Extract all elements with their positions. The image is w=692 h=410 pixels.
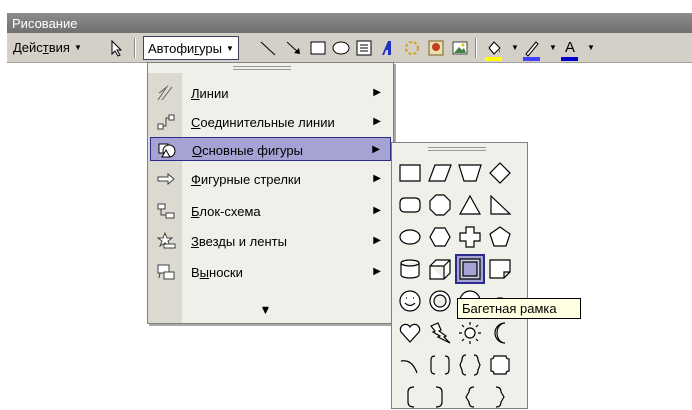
cube-shape[interactable] — [429, 259, 451, 280]
heart-shape[interactable] — [399, 323, 421, 343]
menu-item-connectors[interactable]: Соединительные линии ▶ — [150, 110, 391, 134]
submenu-arrow-icon: ▶ — [373, 235, 381, 246]
text-box-icon[interactable] — [355, 39, 373, 57]
insert-picture-icon[interactable] — [451, 39, 469, 57]
isosceles-triangle-shape[interactable] — [458, 194, 482, 215]
dropdown-arrow-icon[interactable]: ▼ — [549, 43, 557, 52]
block-arrows-icon — [157, 172, 175, 186]
cross-shape[interactable] — [459, 226, 481, 248]
menu-item-label: Основные фигуры — [192, 143, 303, 158]
menu-item-label: Выноски — [191, 265, 243, 280]
can-shape[interactable] — [400, 259, 420, 279]
right-brace-shape[interactable] — [495, 386, 505, 408]
clip-art-icon[interactable] — [427, 39, 445, 57]
double-brace-shape[interactable] — [459, 354, 481, 376]
actions-label: Действия — [13, 40, 70, 55]
folded-corner-shape[interactable] — [489, 259, 511, 279]
smiley-face-shape[interactable] — [399, 290, 421, 312]
basic-shapes-palette — [391, 142, 528, 409]
hexagon-shape[interactable] — [429, 227, 451, 247]
octagon-shape[interactable] — [429, 194, 451, 216]
toolbar-title: Рисование — [12, 16, 78, 31]
menu-item-label: Соединительные линии — [191, 115, 335, 130]
frame-shape[interactable] — [455, 254, 485, 284]
toolbar-separator — [475, 38, 477, 58]
dropdown-arrow-icon[interactable]: ▼ — [587, 43, 595, 52]
moon-shape[interactable] — [494, 322, 506, 344]
fill-color-bar — [485, 57, 502, 61]
line-color-icon[interactable] — [523, 39, 541, 57]
double-bracket-shape[interactable] — [430, 355, 450, 375]
pentagon-shape[interactable] — [489, 226, 511, 247]
right-triangle-shape[interactable] — [490, 194, 512, 215]
tooltip: Багетная рамка — [457, 298, 581, 319]
menu-item-lines[interactable]: Линии ▶ — [150, 81, 391, 105]
line-color-bar — [523, 57, 540, 61]
submenu-arrow-icon: ▶ — [373, 87, 381, 98]
submenu-arrow-icon: ▶ — [373, 173, 381, 184]
rectangle-shape[interactable] — [399, 164, 421, 182]
stars-banners-icon — [156, 232, 176, 249]
rounded-rectangle-shape[interactable] — [399, 197, 421, 213]
fill-color-icon[interactable] — [485, 39, 503, 57]
autoshapes-button[interactable]: Автофигуры ▼ — [143, 36, 239, 60]
menu-item-label: Звезды и ленты — [191, 234, 287, 249]
menu-drag-handle[interactable] — [233, 66, 291, 70]
right-bracket-shape[interactable] — [435, 386, 443, 408]
oval-icon[interactable] — [332, 39, 350, 57]
expand-menu-icon[interactable]: ▼ ▼ — [260, 304, 271, 328]
lightning-bolt-shape[interactable] — [430, 322, 451, 344]
flowchart-icon — [157, 203, 175, 219]
font-color-bar — [561, 57, 578, 61]
connectors-icon — [157, 114, 175, 130]
dropdown-arrow-icon: ▼ — [225, 43, 234, 53]
submenu-arrow-icon: ▶ — [373, 205, 381, 216]
autoshapes-label: Автофигуры — [148, 40, 222, 56]
submenu-arrow-icon: ▶ — [373, 116, 381, 127]
arc-shape[interactable] — [400, 360, 418, 374]
select-objects-icon[interactable] — [108, 39, 126, 57]
dropdown-arrow-icon[interactable]: ▼ — [511, 43, 519, 52]
menu-item-block-arrows[interactable]: Фигурные стрелки ▶ — [150, 167, 391, 191]
sun-shape[interactable] — [459, 322, 481, 344]
menu-item-label: Линии — [191, 86, 229, 101]
oval-shape[interactable] — [399, 229, 421, 245]
actions-button[interactable]: Действия ▼ — [13, 33, 82, 62]
menu-item-callouts[interactable]: Выноски ▶ — [150, 260, 391, 284]
donut-shape[interactable] — [429, 290, 451, 312]
menu-item-stars-banners[interactable]: Звезды и ленты ▶ — [150, 229, 391, 253]
lines-icon — [157, 85, 173, 101]
wordart-icon[interactable] — [379, 39, 397, 57]
callouts-icon — [157, 264, 175, 280]
rectangle-icon[interactable] — [309, 39, 327, 57]
menu-item-label: Блок-схема — [191, 204, 261, 219]
left-brace-shape[interactable] — [465, 386, 475, 408]
tooltip-text: Багетная рамка — [462, 301, 557, 316]
submenu-arrow-icon: ▶ — [372, 144, 380, 155]
shapes-grid — [399, 162, 512, 408]
menu-item-label: Фигурные стрелки — [191, 172, 301, 187]
drawing-toolbar: Действия ▼ Автофигуры ▼ ▼ ▼ A ▼ — [7, 33, 692, 63]
parallelogram-shape[interactable] — [428, 164, 452, 182]
toolbar-separator — [134, 38, 136, 58]
arrow-icon[interactable] — [285, 39, 303, 57]
menu-item-flowchart[interactable]: Блок-схема ▶ — [150, 199, 391, 223]
trapezoid-shape[interactable] — [458, 164, 482, 182]
toolbar-title-bar[interactable]: Рисование — [7, 13, 692, 33]
autoshapes-menu: Линии ▶ Соединительные линии ▶ Основные … — [147, 62, 394, 324]
plaque-shape[interactable] — [490, 355, 510, 375]
dropdown-arrow-icon: ▼ — [73, 43, 82, 52]
menu-item-basic-shapes[interactable]: Основные фигуры ▶ — [150, 137, 391, 161]
line-icon[interactable] — [259, 39, 277, 57]
diamond-shape[interactable] — [489, 162, 511, 184]
font-color-icon[interactable]: A — [561, 39, 579, 57]
left-bracket-shape[interactable] — [407, 386, 415, 408]
basic-shapes-icon — [158, 143, 176, 158]
diagram-icon[interactable] — [403, 39, 421, 57]
submenu-arrow-icon: ▶ — [373, 266, 381, 277]
